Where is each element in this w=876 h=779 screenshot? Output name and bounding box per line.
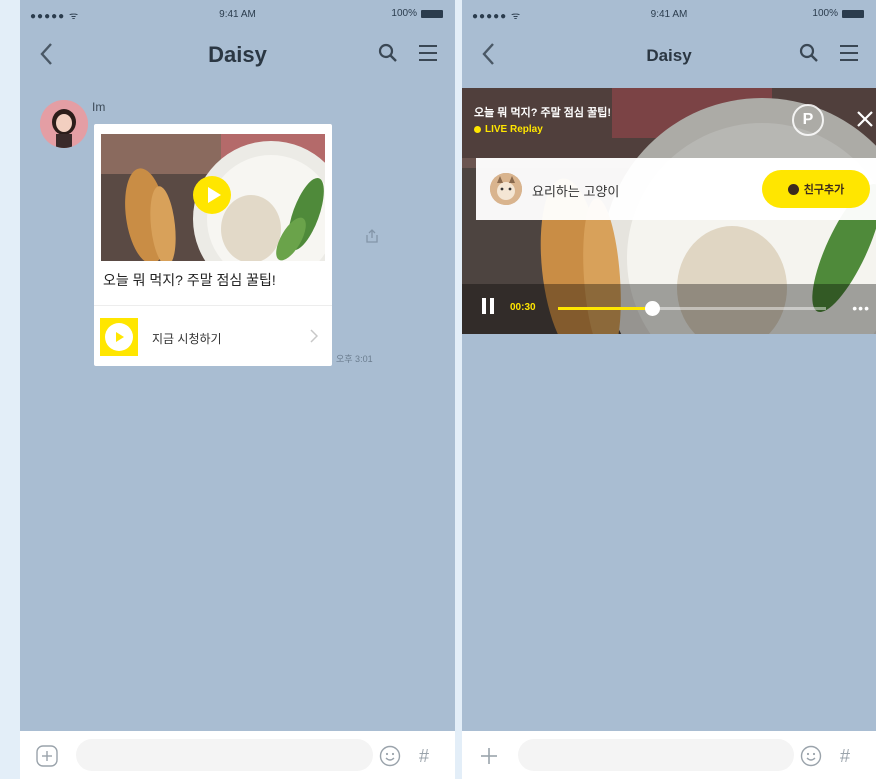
live-replay-label: LIVE Replay xyxy=(485,124,543,135)
pause-icon-bar-left xyxy=(482,298,486,314)
sender-name: Im xyxy=(92,100,106,114)
input-bar: # xyxy=(462,731,876,779)
attach-button[interactable] xyxy=(476,743,502,769)
video-thumbnail[interactable] xyxy=(101,134,325,261)
elapsed-time: 00:30 xyxy=(510,302,536,313)
status-time: 9:41 AM xyxy=(219,9,256,20)
seek-progress xyxy=(558,307,652,310)
emoticon-button[interactable] xyxy=(377,743,403,769)
search-button[interactable] xyxy=(794,38,824,68)
chat-screen: ●●●●● ᯤ 9:41 AM 100% Daisy Im 오늘 뭐 먹지? 주… xyxy=(20,0,455,779)
smiley-icon xyxy=(379,745,401,767)
menu-button[interactable] xyxy=(834,38,864,68)
live-replay-badge: LIVE Replay xyxy=(474,124,543,135)
nav-bar: Daisy xyxy=(462,26,876,84)
battery-icon xyxy=(421,9,443,18)
video-message-card[interactable]: 오늘 뭐 먹지? 주말 점심 꿀팁! 지금 시청하기 xyxy=(94,124,332,366)
nav-bar: Daisy xyxy=(20,26,455,84)
search-icon xyxy=(378,43,397,62)
chat-screen-with-player: ●●●●● ᯤ 9:41 AM 100% Daisy 오늘 뭐 먹지? 주말 점… xyxy=(462,0,876,779)
chevron-right-icon xyxy=(310,329,318,343)
add-friend-label: 친구추가 xyxy=(803,184,845,196)
message-time: 오후 3:01 xyxy=(336,354,373,364)
battery-icon xyxy=(842,9,864,18)
message-input[interactable] xyxy=(518,739,794,771)
nav-actions xyxy=(373,38,443,68)
battery-indicator: 100% xyxy=(391,8,443,19)
play-icon xyxy=(193,176,231,214)
card-title: 오늘 뭐 먹지? 주말 점심 꿀팁! xyxy=(103,272,276,288)
attach-button[interactable] xyxy=(34,743,60,769)
add-friend-button[interactable]: 친구추가 xyxy=(762,170,870,208)
live-title: 오늘 뭐 먹지? 주말 점심 꿀팁! xyxy=(474,107,611,119)
hashtag-search-button[interactable]: # xyxy=(832,743,858,769)
cat-avatar-icon xyxy=(490,173,522,205)
close-player-button[interactable] xyxy=(854,106,876,132)
seek-bar[interactable] xyxy=(558,301,826,316)
hashtag-search-button[interactable]: # xyxy=(411,743,437,769)
pause-icon-bar-right xyxy=(490,298,494,314)
nav-actions xyxy=(794,38,864,68)
battery-label: 100% xyxy=(391,8,417,19)
battery-label: 100% xyxy=(812,8,838,19)
live-dot-icon xyxy=(474,126,481,133)
video-player[interactable]: 오늘 뭐 먹지? 주말 점심 꿀팁! LIVE Replay P 요리하는 고양… xyxy=(462,88,876,334)
share-button[interactable] xyxy=(360,224,384,248)
sender-avatar[interactable] xyxy=(40,100,88,148)
status-bar: ●●●●● ᯤ 9:41 AM 100% xyxy=(20,0,455,26)
channel-avatar[interactable] xyxy=(490,173,522,205)
close-icon xyxy=(857,111,873,127)
channel-bar: 요리하는 고양이 친구추가 xyxy=(476,158,876,220)
channel-name: 요리하는 고양이 xyxy=(532,184,620,199)
search-icon xyxy=(799,43,818,62)
status-bar: ●●●●● ᯤ 9:41 AM 100% xyxy=(462,0,876,26)
seek-handle[interactable] xyxy=(644,301,660,316)
menu-icon xyxy=(419,45,437,61)
pip-button[interactable]: P xyxy=(792,104,824,136)
search-button[interactable] xyxy=(373,38,403,68)
menu-icon xyxy=(840,45,858,61)
share-icon xyxy=(366,229,378,243)
plus-icon xyxy=(481,748,497,764)
pause-button[interactable] xyxy=(480,298,498,316)
player-controls: 00:30 ••• xyxy=(462,288,876,328)
input-bar: # xyxy=(20,731,455,779)
stage: ●●●●● ᯤ 9:41 AM 100% Daisy Im 오늘 뭐 먹지? 주… xyxy=(0,0,876,779)
watch-play-circle xyxy=(105,323,133,351)
menu-button[interactable] xyxy=(413,38,443,68)
message-input[interactable] xyxy=(76,739,373,771)
emoticon-button[interactable] xyxy=(798,743,824,769)
mini-play-icon xyxy=(116,332,124,342)
watch-now-label: 지금 시청하기 xyxy=(152,332,222,346)
watch-play-icon xyxy=(100,318,138,356)
watch-now-link[interactable]: 지금 시청하기 xyxy=(94,306,332,366)
smiley-icon xyxy=(800,745,822,767)
avatar-portrait-icon xyxy=(40,100,88,148)
add-friend-icon xyxy=(787,183,799,195)
battery-indicator: 100% xyxy=(812,8,864,19)
plus-circle-icon xyxy=(36,745,58,767)
more-options-button[interactable]: ••• xyxy=(852,300,870,316)
